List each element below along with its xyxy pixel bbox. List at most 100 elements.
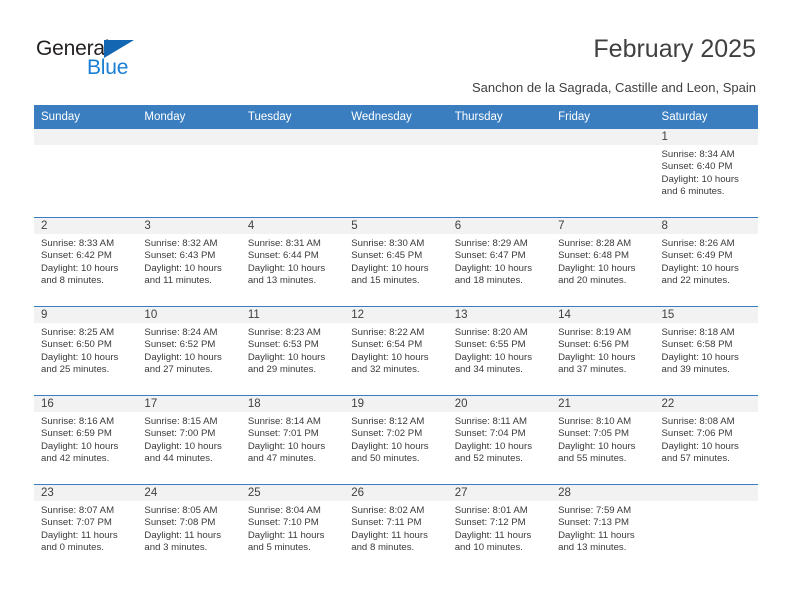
- sunrise-text: Sunrise: 8:05 AM: [144, 505, 218, 516]
- day-cell-inner: [344, 129, 448, 217]
- day-info: Sunrise: 8:01 AM Sunset: 7:12 PM Daylight:…: [448, 501, 551, 554]
- sunset-text: Sunset: 7:04 PM: [454, 428, 526, 440]
- day-number: 4: [240, 218, 345, 234]
- calendar-day-cell[interactable]: 3 Sunrise: 8:32 AM Sunset: 6:43 PM Daylight…: [137, 217, 241, 307]
- day-info: Sunrise: 8:33 AM Sunset: 6:42 PM Daylight:…: [34, 234, 137, 287]
- sunrise-text: Sunrise: 8:15 AM: [144, 416, 218, 427]
- day-number: 15: [654, 307, 758, 323]
- daylight-text: Daylight: 11 hours and 5 minutes.: [247, 529, 325, 553]
- day-info: Sunrise: 8:32 AM Sunset: 6:43 PM Daylight:…: [137, 234, 240, 287]
- day-cell-inner: 12 Sunrise: 8:22 AM Sunset: 6:54 PM Dayligh…: [344, 307, 448, 395]
- daylight-text: Daylight: 11 hours and 8 minutes.: [351, 529, 428, 553]
- day-number: [344, 129, 448, 145]
- day-info: Sunrise: 8:15 AM Sunset: 7:00 PM Daylight:…: [137, 412, 240, 465]
- daylight-text: Daylight: 10 hours and 57 minutes.: [661, 440, 739, 464]
- calendar-day-cell[interactable]: 5 Sunrise: 8:30 AM Sunset: 6:45 PM Daylight…: [344, 217, 448, 307]
- day-number: 14: [551, 307, 655, 323]
- day-cell-inner: 22 Sunrise: 8:08 AM Sunset: 7:06 PM Dayligh…: [654, 396, 758, 484]
- day-info: Sunrise: 8:28 AM Sunset: 6:48 PM Daylight:…: [551, 234, 654, 287]
- day-number: 17: [137, 396, 241, 412]
- daylight-text: Daylight: 10 hours and 44 minutes.: [144, 440, 222, 464]
- calendar-day-cell[interactable]: 13 Sunrise: 8:20 AM Sunset: 6:55 PM Dayligh…: [447, 306, 552, 396]
- sunrise-text: Sunrise: 8:04 AM: [247, 505, 321, 516]
- calendar-week-row: 23 Sunrise: 8:07 AM Sunset: 7:07 PM Dayligh…: [34, 484, 758, 573]
- day-number: 25: [240, 485, 345, 501]
- page-header: General Blue February 2025 Sanchon de la…: [0, 0, 792, 100]
- day-number: [34, 129, 138, 145]
- day-number: 3: [137, 218, 241, 234]
- general-blue-logo[interactable]: General Blue: [36, 37, 216, 87]
- daylight-text: Daylight: 10 hours and 29 minutes.: [247, 351, 326, 375]
- daylight-text: Daylight: 10 hours and 32 minutes.: [351, 351, 429, 375]
- calendar-day-cell[interactable]: 7 Sunrise: 8:28 AM Sunset: 6:48 PM Daylight…: [551, 217, 655, 307]
- calendar-day-cell[interactable]: 23 Sunrise: 8:07 AM Sunset: 7:07 PM Dayligh…: [34, 484, 138, 573]
- calendar-day-cell[interactable]: 21 Sunrise: 8:10 AM Sunset: 7:05 PM Dayligh…: [551, 395, 655, 485]
- sunrise-text: Sunrise: 8:26 AM: [661, 238, 735, 249]
- calendar-day-cell[interactable]: 11 Sunrise: 8:23 AM Sunset: 6:53 PM Dayligh…: [240, 306, 345, 396]
- calendar-week-row: 9 Sunrise: 8:25 AM Sunset: 6:50 PM Daylight…: [34, 306, 758, 396]
- calendar-day-cell[interactable]: 19 Sunrise: 8:12 AM Sunset: 7:02 PM Dayligh…: [344, 395, 448, 485]
- calendar-day-cell[interactable]: 14 Sunrise: 8:19 AM Sunset: 6:56 PM Dayligh…: [551, 306, 655, 396]
- calendar-day-cell[interactable]: 8 Sunrise: 8:26 AM Sunset: 6:49 PM Daylight…: [654, 217, 758, 307]
- daylight-text: Daylight: 10 hours and 47 minutes.: [247, 440, 326, 464]
- calendar-day-cell[interactable]: 27 Sunrise: 8:01 AM Sunset: 7:12 PM Dayligh…: [447, 484, 552, 573]
- daylight-text: Daylight: 10 hours and 11 minutes.: [144, 262, 222, 286]
- day-cell-inner: 14 Sunrise: 8:19 AM Sunset: 6:56 PM Dayligh…: [551, 307, 655, 395]
- day-info: Sunrise: 8:07 AM Sunset: 7:07 PM Daylight:…: [34, 501, 137, 554]
- calendar-day-cell[interactable]: 17 Sunrise: 8:15 AM Sunset: 7:00 PM Dayligh…: [137, 395, 241, 485]
- calendar-day-cell-empty: [240, 128, 345, 218]
- calendar-day-cell[interactable]: 20 Sunrise: 8:11 AM Sunset: 7:04 PM Dayligh…: [447, 395, 552, 485]
- calendar-day-cell[interactable]: 26 Sunrise: 8:02 AM Sunset: 7:11 PM Dayligh…: [344, 484, 448, 573]
- weekday-header-saturday: Saturday: [654, 105, 758, 129]
- day-number: 26: [344, 485, 448, 501]
- calendar-day-cell[interactable]: 2 Sunrise: 8:33 AM Sunset: 6:42 PM Daylight…: [34, 217, 138, 307]
- day-cell-inner: 27 Sunrise: 8:01 AM Sunset: 7:12 PM Dayligh…: [447, 485, 552, 573]
- day-cell-inner: 9 Sunrise: 8:25 AM Sunset: 6:50 PM Daylight…: [34, 307, 138, 395]
- daylight-text: Daylight: 10 hours and 42 minutes.: [41, 440, 119, 464]
- calendar-week-row: 16 Sunrise: 8:16 AM Sunset: 6:59 PM Dayligh…: [34, 395, 758, 485]
- day-number: 13: [447, 307, 552, 323]
- page-subtitle: Sanchon de la Sagrada, Castille and Leon…: [471, 80, 756, 95]
- day-number: 16: [34, 396, 138, 412]
- day-number: 24: [137, 485, 241, 501]
- day-info: Sunrise: 8:24 AM Sunset: 6:52 PM Daylight:…: [137, 323, 240, 376]
- calendar-day-cell[interactable]: 28 Sunrise: 7:59 AM Sunset: 7:13 PM Dayligh…: [551, 484, 655, 573]
- day-info: Sunrise: 8:20 AM Sunset: 6:55 PM Daylight:…: [448, 323, 551, 376]
- sunset-text: Sunset: 6:59 PM: [41, 428, 112, 440]
- sunrise-text: Sunrise: 8:24 AM: [144, 327, 218, 338]
- calendar-day-cell[interactable]: 24 Sunrise: 8:05 AM Sunset: 7:08 PM Dayligh…: [137, 484, 241, 573]
- daylight-text: Daylight: 10 hours and 50 minutes.: [351, 440, 429, 464]
- sunrise-text: Sunrise: 8:20 AM: [454, 327, 528, 338]
- day-number: 8: [654, 218, 758, 234]
- sunset-text: Sunset: 6:45 PM: [351, 250, 423, 262]
- calendar-day-cell[interactable]: 10 Sunrise: 8:24 AM Sunset: 6:52 PM Dayligh…: [137, 306, 241, 396]
- day-info: Sunrise: 8:23 AM Sunset: 6:53 PM Daylight:…: [241, 323, 344, 376]
- day-cell-inner: [240, 129, 345, 217]
- calendar-day-cell[interactable]: 1 Sunrise: 8:34 AM Sunset: 6:40 PM Daylight…: [654, 128, 758, 218]
- day-info: Sunrise: 8:31 AM Sunset: 6:44 PM Daylight:…: [241, 234, 344, 287]
- sunset-text: Sunset: 6:54 PM: [351, 339, 423, 351]
- calendar-day-cell[interactable]: 15 Sunrise: 8:18 AM Sunset: 6:58 PM Dayligh…: [654, 306, 758, 396]
- day-info: Sunrise: 8:10 AM Sunset: 7:05 PM Daylight:…: [551, 412, 654, 465]
- sunset-text: Sunset: 6:43 PM: [144, 250, 216, 262]
- calendar-day-cell[interactable]: 25 Sunrise: 8:04 AM Sunset: 7:10 PM Dayligh…: [240, 484, 345, 573]
- calendar-day-cell[interactable]: 6 Sunrise: 8:29 AM Sunset: 6:47 PM Daylight…: [447, 217, 552, 307]
- sunrise-text: Sunrise: 8:10 AM: [558, 416, 632, 427]
- day-info: Sunrise: 8:22 AM Sunset: 6:54 PM Daylight:…: [344, 323, 447, 376]
- calendar-day-cell[interactable]: 22 Sunrise: 8:08 AM Sunset: 7:06 PM Dayligh…: [654, 395, 758, 485]
- calendar-day-cell[interactable]: 9 Sunrise: 8:25 AM Sunset: 6:50 PM Daylight…: [34, 306, 138, 396]
- day-cell-inner: 5 Sunrise: 8:30 AM Sunset: 6:45 PM Daylight…: [344, 218, 448, 306]
- sunset-text: Sunset: 7:01 PM: [247, 428, 319, 440]
- sunrise-text: Sunrise: 7:59 AM: [558, 505, 632, 516]
- day-cell-inner: 17 Sunrise: 8:15 AM Sunset: 7:00 PM Dayligh…: [137, 396, 241, 484]
- calendar-day-cell[interactable]: 16 Sunrise: 8:16 AM Sunset: 6:59 PM Dayligh…: [34, 395, 138, 485]
- day-info: Sunrise: 8:08 AM Sunset: 7:06 PM Daylight:…: [655, 412, 758, 465]
- sunrise-text: Sunrise: 8:29 AM: [454, 238, 528, 249]
- calendar-day-cell[interactable]: 4 Sunrise: 8:31 AM Sunset: 6:44 PM Daylight…: [240, 217, 345, 307]
- sunset-text: Sunset: 6:53 PM: [247, 339, 319, 351]
- day-cell-inner: 6 Sunrise: 8:29 AM Sunset: 6:47 PM Daylight…: [447, 218, 552, 306]
- calendar-day-cell-empty: [654, 484, 758, 573]
- calendar-day-cell[interactable]: 12 Sunrise: 8:22 AM Sunset: 6:54 PM Dayligh…: [344, 306, 448, 396]
- calendar-day-cell[interactable]: 18 Sunrise: 8:14 AM Sunset: 7:01 PM Dayligh…: [240, 395, 345, 485]
- day-cell-inner: 28 Sunrise: 7:59 AM Sunset: 7:13 PM Dayligh…: [551, 485, 655, 573]
